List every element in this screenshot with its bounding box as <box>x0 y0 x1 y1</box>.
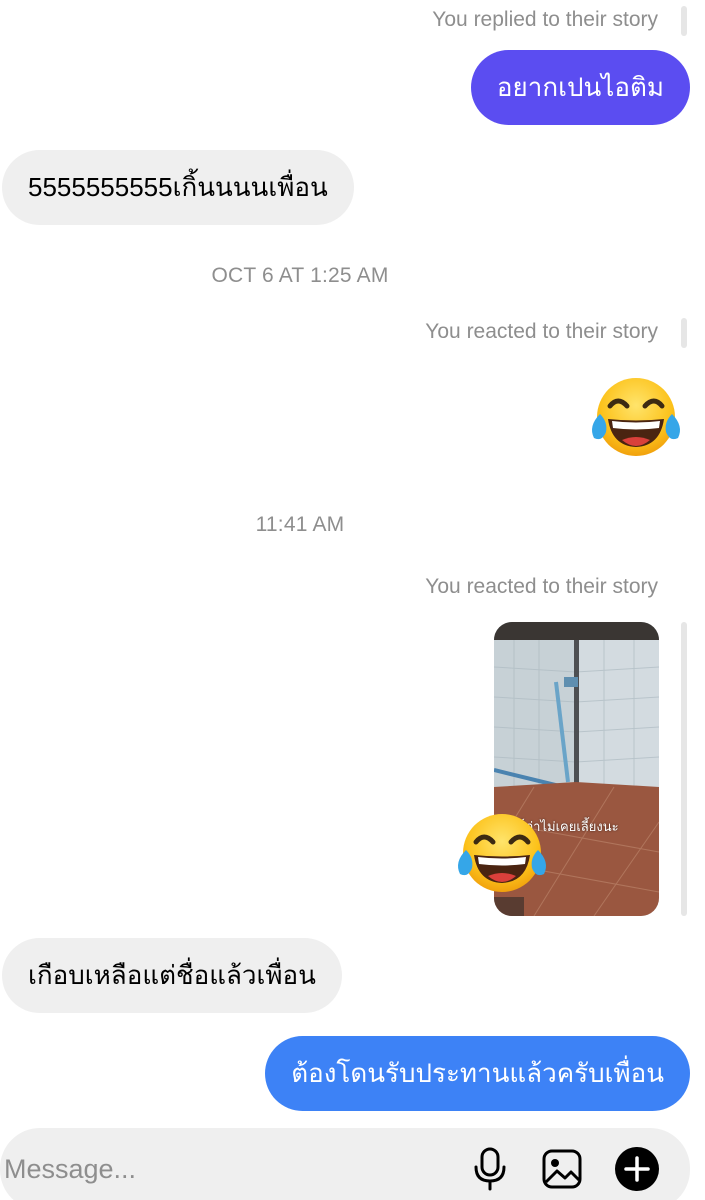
story-reference-bar <box>681 6 687 36</box>
image-icon <box>542 1149 582 1189</box>
story-reaction-context: You reacted to their story <box>425 320 658 343</box>
message-timestamp: 11:41 AM <box>255 513 345 536</box>
message-timestamp: OCT 6 AT 1:25 AM <box>211 264 389 287</box>
laughing-emoji-icon[interactable] <box>586 376 686 458</box>
microphone-icon <box>474 1147 506 1191</box>
outgoing-message-bubble[interactable]: ต้องโดนรับประทานแล้วครับเพื่อน <box>265 1036 690 1111</box>
story-reaction-context: You reacted to their story <box>425 575 658 598</box>
incoming-message-bubble[interactable]: 5555555555เกิ้นนนนเพื่อน <box>2 150 354 225</box>
gallery-button[interactable] <box>537 1144 587 1194</box>
add-icon <box>615 1147 659 1191</box>
incoming-message-bubble[interactable]: เกือบเหลือแต่ชื่อแล้วเพื่อน <box>2 938 342 1013</box>
outgoing-message-bubble[interactable]: อยากเปนไอติม <box>470 50 690 125</box>
add-button[interactable] <box>612 1144 662 1194</box>
story-reference-bar <box>681 318 687 348</box>
story-reference-bar <box>681 622 687 916</box>
message-composer <box>0 1128 690 1200</box>
microphone-button[interactable] <box>465 1144 515 1194</box>
laughing-emoji-icon[interactable] <box>452 812 552 894</box>
story-reply-context: You replied to their story <box>432 8 658 31</box>
message-input[interactable] <box>0 1128 440 1200</box>
